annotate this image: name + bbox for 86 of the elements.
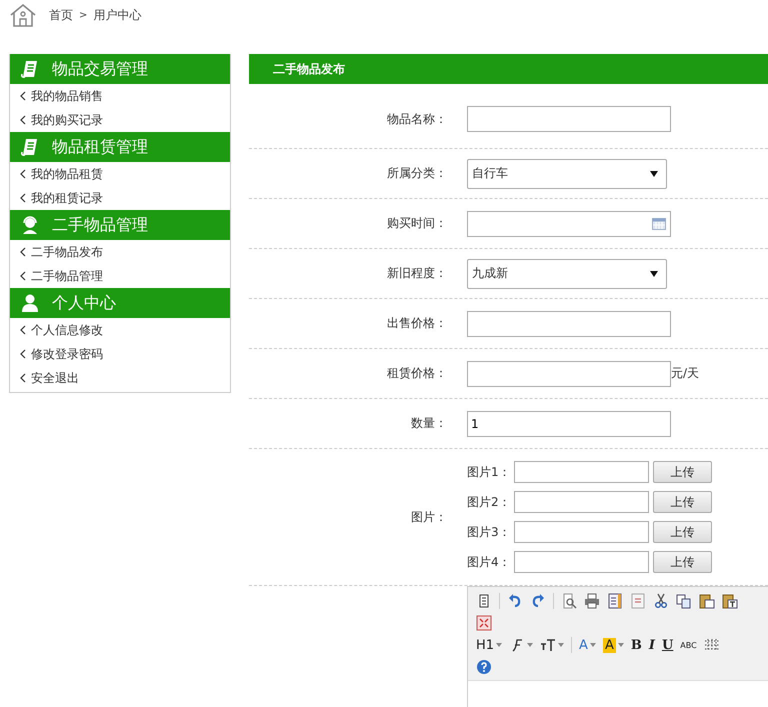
home-icon[interactable] [9,3,37,27]
paste-icon[interactable] [699,593,715,609]
upload-button[interactable]: 上传 [653,521,712,543]
sidebar-link[interactable]: 我的物品销售 [31,88,103,104]
headset-person-icon [20,215,40,235]
field-label: 数量： [411,416,447,430]
field-label: 图片： [411,510,447,524]
sidebar-link[interactable]: 我的租赁记录 [31,190,103,206]
chevron-left-icon [20,91,26,101]
text-field[interactable] [467,360,671,386]
cut-icon[interactable] [653,593,669,609]
sidebar-link[interactable]: 个人信息修改 [31,322,103,338]
font-size-icon[interactable] [540,637,556,653]
sidebar-link[interactable]: 我的物品租赁 [31,166,103,182]
text-field[interactable] [467,106,671,132]
fullscreen-icon[interactable] [476,615,492,631]
panel-title: 二手物品发布 [273,60,345,78]
breadcrumb-link[interactable]: 首页 [49,6,73,24]
chevron-left-icon [20,325,26,335]
file-path-field[interactable] [514,551,649,573]
template-icon[interactable] [607,593,623,609]
sidebar-link[interactable]: 二手物品发布 [31,244,103,260]
chevron-left-icon [20,193,26,203]
field-label: 购买时间： [387,216,447,230]
file-path-field[interactable] [514,461,649,483]
text-field[interactable] [467,310,671,336]
dropdown-arrow-icon [650,170,658,176]
chevron-left-icon [20,169,26,179]
person-icon [20,293,40,313]
section-title: 个人中心 [52,292,116,314]
notebook-icon [20,137,40,157]
caret-icon [496,643,502,647]
undo-icon[interactable] [507,593,523,609]
field-label: 出售价格： [387,316,447,330]
chevron-left-icon [20,247,26,257]
picture-label: 图片4： [467,554,512,570]
chevron-left-icon [20,115,26,125]
sidebar-link[interactable]: 修改登录密码 [31,346,103,362]
toolbar-button[interactable]: A [579,638,596,652]
sidebar-link[interactable]: 二手物品管理 [31,268,103,284]
dropdown[interactable]: 自行车 [467,158,667,188]
calendar-icon[interactable] [652,218,666,230]
picture-label: 图片2： [467,494,512,510]
preview-icon[interactable] [561,593,577,609]
field-label: 所属分类： [387,166,447,180]
copy-icon[interactable] [676,593,692,609]
caret-icon [527,643,534,647]
section-title: 二手物品管理 [52,214,148,236]
sidebar-link[interactable]: 我的购买记录 [31,112,103,128]
toolbar-button[interactable]: H1 [476,638,502,652]
redo-icon[interactable] [530,593,546,609]
picture-label: 图片3： [467,524,512,540]
sidebar-link[interactable]: 安全退出 [31,370,79,386]
chevron-left-icon [20,373,26,383]
chevron-left-icon [20,271,26,281]
upload-button[interactable]: 上传 [653,461,712,483]
picture-label: 图片1： [467,464,512,480]
file-path-field[interactable] [514,491,649,513]
text-field[interactable]: 1 [467,410,671,436]
notebook-icon [20,59,40,79]
help-icon[interactable] [476,659,492,675]
field-label: 租赁价格： [387,366,447,380]
chevron-left-icon [20,349,26,359]
unit-label: 元/天 [671,365,700,382]
code-icon[interactable] [630,593,646,609]
date-field[interactable] [467,210,671,236]
breadcrumb-separator: > [79,10,88,20]
toolbar-button[interactable]: I [648,638,655,652]
field-label: 新旧程度： [387,266,447,280]
upload-button[interactable]: 上传 [653,491,712,513]
field-label: 物品名称： [387,112,447,126]
toolbar-button[interactable]: ABC [680,640,697,650]
dropdown[interactable]: 九成新 [467,258,667,288]
caret-icon [558,643,564,647]
caret-icon [618,643,624,647]
toolbar-button[interactable]: U [662,638,674,652]
section-title: 物品交易管理 [52,58,148,80]
breadcrumb-current: 用户中心 [93,6,142,24]
section-title: 物品租赁管理 [52,136,148,158]
toolbar-button[interactable]: B [630,638,642,652]
file-path-field[interactable] [514,521,649,543]
dropdown-arrow-icon [650,270,658,276]
print-icon[interactable] [584,593,600,609]
caret-icon [590,643,596,647]
paste-text-icon[interactable] [722,593,738,609]
upload-button[interactable]: 上传 [653,551,712,573]
